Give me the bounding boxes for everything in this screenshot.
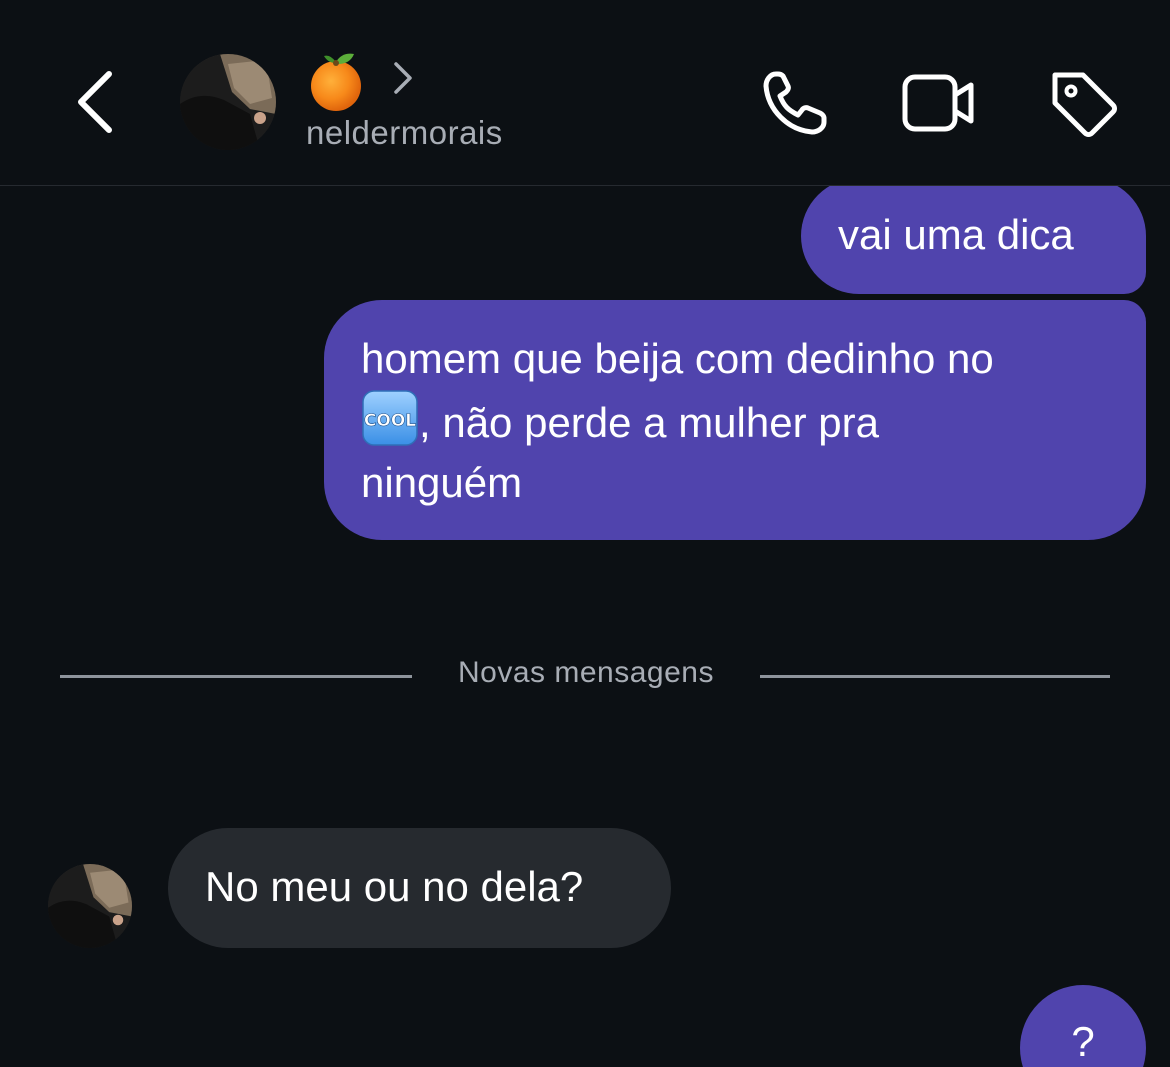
message-text: ?	[1071, 1018, 1095, 1065]
message-text-line: ninguém	[361, 459, 523, 506]
message-text: vai uma dica	[838, 211, 1074, 258]
orange-emoji-icon	[311, 53, 361, 111]
outgoing-message[interactable]: vai uma dica	[801, 178, 1146, 294]
svg-text:COOL: COOL	[364, 411, 416, 431]
video-call-button[interactable]	[896, 60, 982, 146]
chat-header: neldermorais	[0, 0, 1170, 186]
divider-line	[60, 675, 412, 678]
chevron-right-icon	[394, 62, 412, 94]
tag-icon	[1052, 72, 1117, 137]
audio-call-button[interactable]	[752, 60, 838, 146]
contact-avatar[interactable]	[180, 54, 276, 150]
new-messages-divider: Novas mensagens	[60, 646, 1110, 706]
back-button[interactable]	[60, 62, 130, 142]
cool-emoji-icon: COOL	[362, 390, 418, 446]
chat-screen: neldermorais vai uma dica homem que beij…	[0, 0, 1170, 1067]
contact-username: neldermorais	[306, 114, 503, 151]
outgoing-message[interactable]: ?	[1020, 985, 1146, 1067]
tag-button[interactable]	[1040, 60, 1126, 146]
divider-label: Novas mensagens	[458, 656, 714, 689]
message-text: No meu ou no dela?	[205, 863, 584, 910]
chevron-left-icon	[78, 71, 112, 133]
phone-icon	[763, 71, 827, 135]
divider-line	[760, 675, 1110, 678]
incoming-message[interactable]: No meu ou no dela?	[168, 828, 671, 948]
video-camera-icon	[902, 74, 974, 132]
message-text-line: , não perde a mulher pra	[419, 399, 879, 446]
avatar-photo	[48, 864, 132, 948]
sender-avatar[interactable]	[48, 864, 132, 948]
outgoing-message[interactable]: homem que beija com dedinho no COOL , nã…	[324, 300, 1146, 540]
avatar-photo	[180, 54, 276, 150]
message-text-line: homem que beija com dedinho no	[361, 335, 994, 382]
